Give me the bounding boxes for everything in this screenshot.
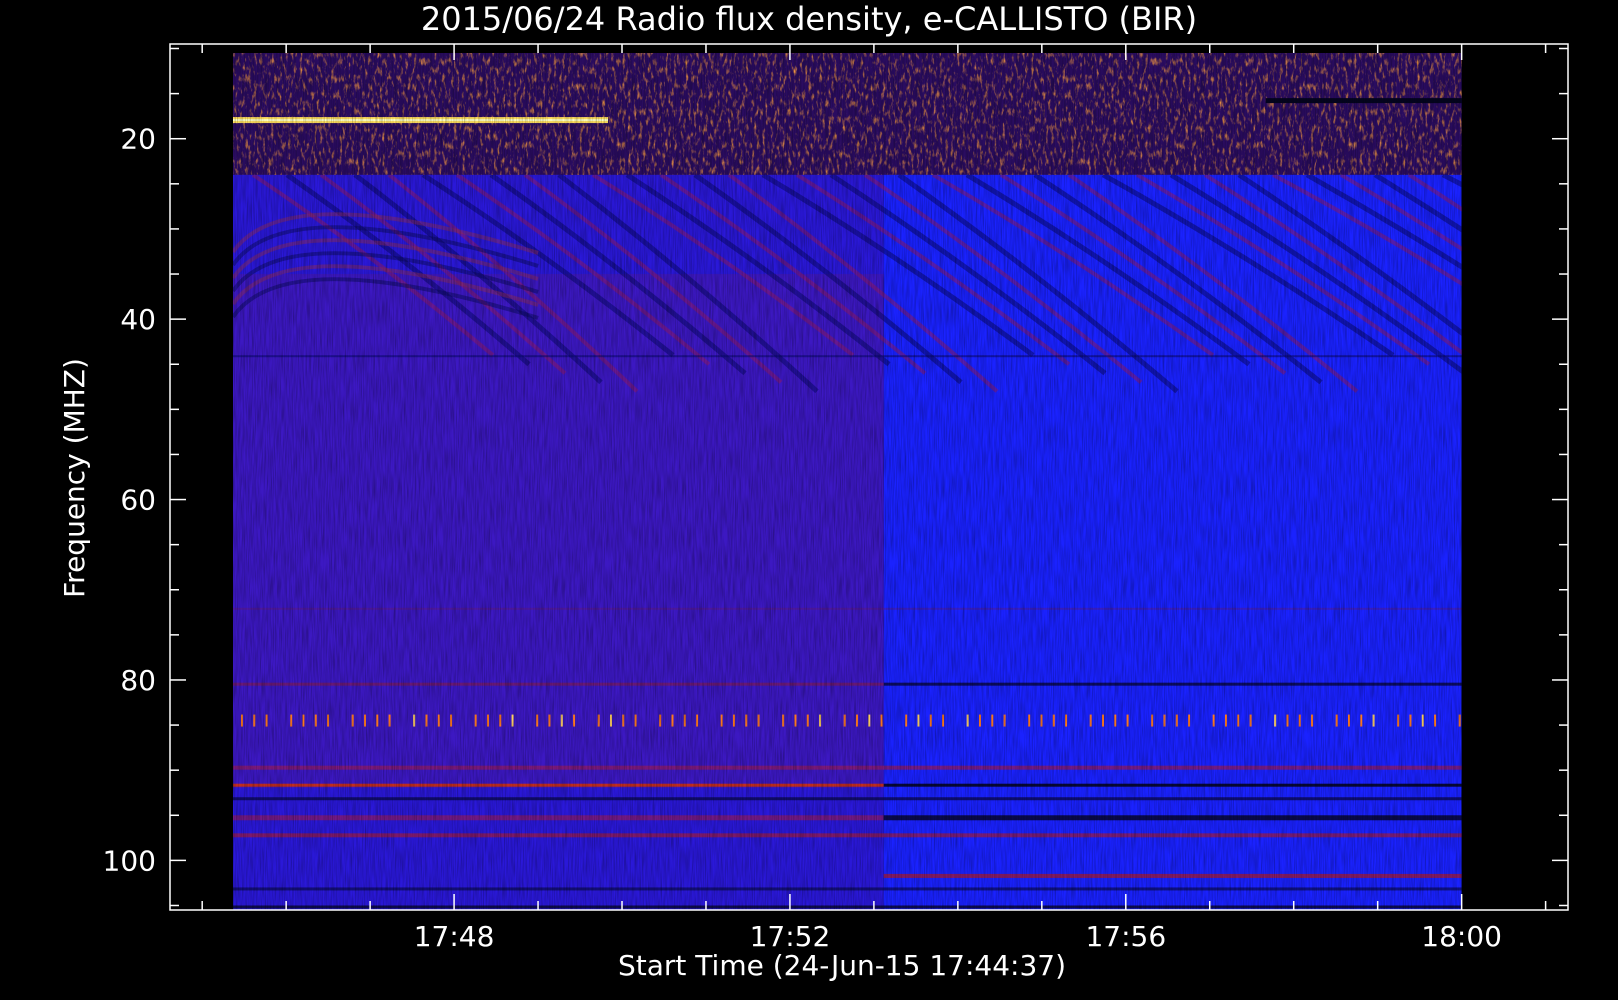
- y-tick-label: 80: [120, 664, 156, 697]
- y-tick-label: 20: [120, 123, 156, 156]
- y-tick-label: 60: [120, 484, 156, 517]
- x-tick-label: 17:56: [1085, 920, 1166, 953]
- x-tick-label: 18:00: [1421, 920, 1502, 953]
- y-tick-label: 100: [103, 844, 156, 877]
- chart-title: 2015/06/24 Radio flux density, e-CALLIST…: [421, 0, 1197, 38]
- spectrogram-data: [232, 53, 1618, 911]
- drift-stripe: [1545, 175, 1618, 382]
- drift-stripe: [1441, 172, 1462, 188]
- streak-texture: [232, 53, 1462, 911]
- drift-stripe: [1579, 175, 1618, 392]
- y-axis-label: Frequency (MHZ): [58, 358, 91, 598]
- drift-stripe: [1477, 175, 1618, 364]
- spectrogram-chart: 2040608010017:48 17:52 17:56 18:00 2015/06/…: [58, 0, 1618, 982]
- x-tick-label: 17:48: [414, 920, 495, 953]
- x-axis-label: Start Time (24-Jun-15 17:44:37): [618, 949, 1066, 982]
- y-tick-label: 40: [120, 303, 156, 336]
